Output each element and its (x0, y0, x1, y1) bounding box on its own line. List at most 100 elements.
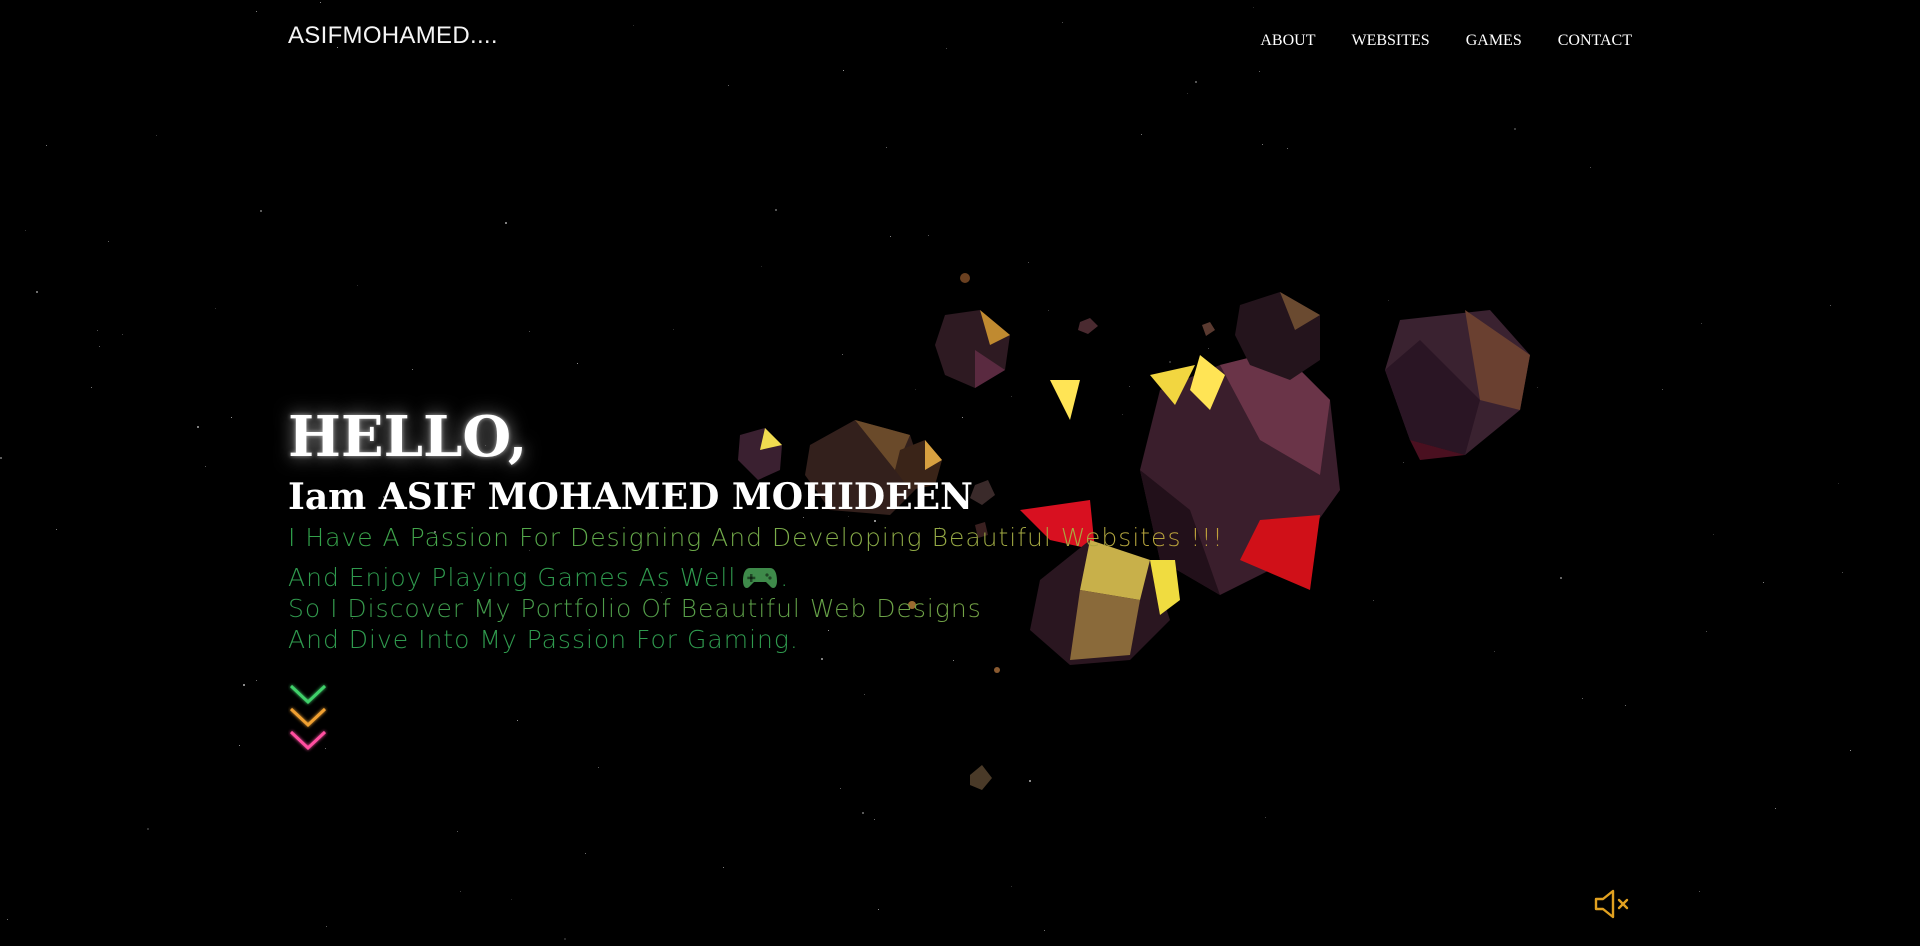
star (231, 417, 232, 418)
star (723, 867, 724, 868)
star (1560, 577, 1562, 579)
hero-line-2-row: And Enjoy Playing Games As Well . (288, 562, 1223, 593)
star (1187, 93, 1188, 94)
star (1706, 631, 1707, 632)
hero-name: Iam ASIF MOHAMED MOHIDEEN (288, 476, 973, 518)
star (1155, 377, 1156, 378)
star (357, 285, 358, 286)
star (46, 145, 47, 146)
star (1582, 698, 1583, 699)
star (529, 331, 530, 332)
hero-line-2-suffix: . (780, 563, 790, 592)
star (260, 210, 262, 212)
star (56, 529, 57, 530)
star (577, 363, 578, 364)
star (775, 209, 777, 211)
chevrons-down-icon[interactable] (288, 680, 328, 754)
star (36, 291, 38, 293)
hero-section: HELLO, Iam ASIF MOHAMED MOHIDEEN I Have … (288, 402, 1223, 655)
site-logo[interactable]: ASIFMOHAMED.... (288, 22, 498, 50)
star (1044, 930, 1045, 931)
star (821, 658, 823, 660)
star (25, 230, 26, 231)
star (1253, 7, 1254, 8)
star (511, 899, 512, 900)
star (1268, 468, 1269, 469)
star (1011, 886, 1012, 887)
star (598, 767, 599, 768)
star (874, 819, 875, 820)
star (256, 11, 257, 12)
star (1514, 128, 1516, 130)
star (122, 334, 123, 335)
star (197, 426, 199, 428)
star (97, 330, 98, 331)
star (1062, 22, 1063, 23)
hero-greeting: HELLO, (288, 404, 528, 470)
star (215, 308, 216, 309)
star (412, 369, 413, 370)
star (1494, 651, 1495, 652)
star (1842, 572, 1843, 573)
star (890, 236, 891, 237)
crystal-tiny (970, 765, 992, 790)
star (864, 694, 865, 695)
hero-line-4: And Dive Into My Passion For Gaming. (288, 625, 799, 654)
star (946, 48, 947, 49)
star (1850, 750, 1851, 751)
nav-link-games[interactable]: GAMES (1466, 32, 1522, 50)
star (1259, 71, 1260, 72)
star (326, 926, 327, 927)
star (1169, 361, 1171, 363)
nav-link-contact[interactable]: CONTACT (1558, 32, 1632, 50)
star (156, 135, 157, 136)
gamepad-icon (743, 567, 778, 588)
star (915, 389, 916, 390)
star (1775, 808, 1776, 809)
star (953, 660, 954, 661)
star (1537, 387, 1538, 388)
star (239, 745, 240, 746)
star (673, 329, 674, 330)
hero-line-2: And Enjoy Playing Games As Well (288, 563, 737, 592)
star (1388, 300, 1389, 301)
star (1029, 780, 1031, 782)
star (862, 812, 864, 814)
star (1763, 582, 1764, 583)
star (1287, 148, 1288, 149)
crystal-large-right (1385, 310, 1530, 460)
star (761, 266, 762, 267)
star (1262, 144, 1263, 145)
star (1129, 386, 1130, 387)
star (842, 354, 843, 355)
star (1625, 705, 1626, 706)
crystal-tiny (994, 667, 1000, 673)
star (1249, 367, 1250, 368)
star (1373, 600, 1374, 601)
nav-link-about[interactable]: ABOUT (1260, 32, 1315, 50)
star (840, 788, 841, 789)
crystal-tiny (1202, 322, 1215, 336)
star (505, 222, 507, 224)
star (585, 853, 586, 854)
star (1590, 167, 1591, 168)
star (108, 241, 109, 242)
star (1838, 483, 1839, 484)
star (1699, 891, 1700, 892)
star (1265, 817, 1266, 818)
nav-link-websites[interactable]: WEBSITES (1351, 32, 1429, 50)
star (1195, 81, 1197, 83)
star (243, 684, 245, 686)
star (99, 346, 100, 347)
star (256, 680, 257, 681)
star (1403, 462, 1404, 463)
crystal-top-right (1235, 292, 1320, 380)
star (1830, 305, 1831, 306)
star (928, 235, 929, 236)
star (564, 938, 566, 940)
star (320, 2, 321, 3)
star (7, 919, 8, 920)
star (517, 720, 518, 721)
star (878, 909, 879, 910)
speaker-muted-icon[interactable] (1593, 888, 1633, 920)
